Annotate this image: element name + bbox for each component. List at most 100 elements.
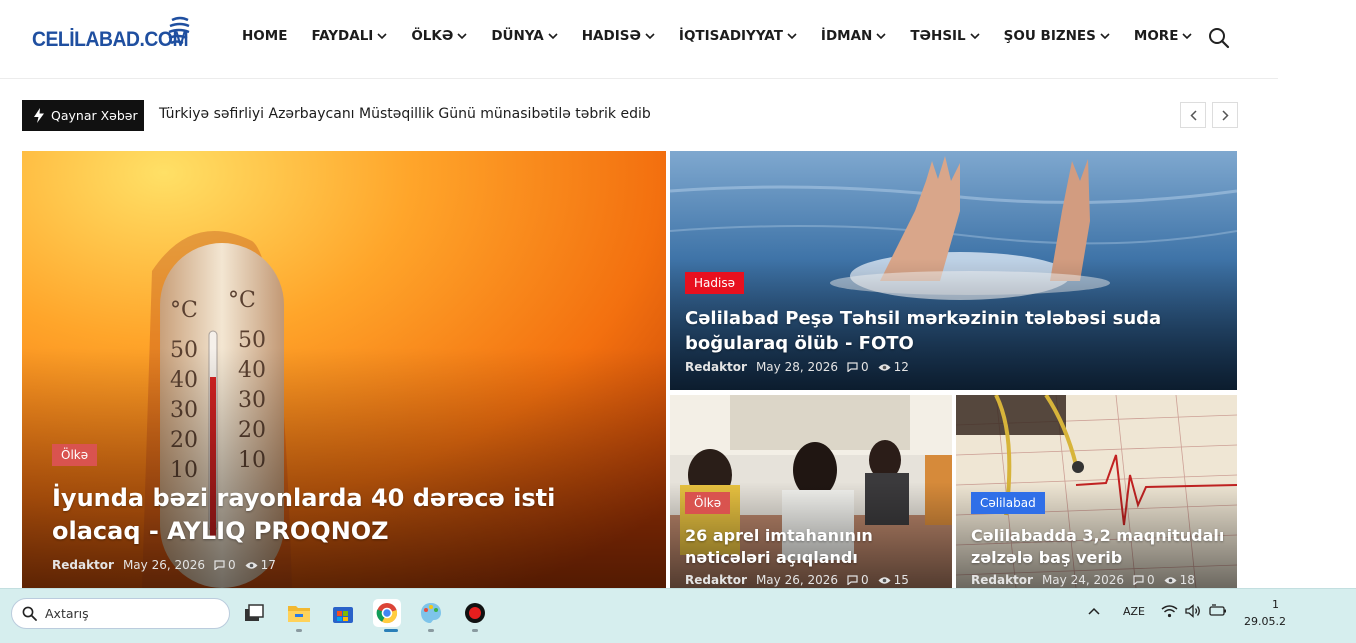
nav-label: ŞOU BIZNES (1003, 28, 1096, 44)
chevron-down-icon (457, 32, 467, 39)
article-meta: Redaktor May 28, 2026 0 12 (685, 360, 918, 374)
featured-article-card[interactable]: °C°C 5050 4040 3030 2020 1010 Ölkə İyund… (22, 151, 666, 588)
view-count: 15 (893, 573, 909, 587)
comment-count: 0 (861, 360, 869, 374)
category-badge[interactable]: Ölkə (685, 492, 731, 514)
microsoft-store-icon[interactable] (329, 599, 357, 627)
chevron-down-icon (377, 32, 387, 39)
clock-date[interactable]: 29.05.2 (1244, 615, 1286, 628)
running-indicator (428, 629, 434, 632)
article-card[interactable]: Cəlilabad Cəlilabadda 3,2 maqnitudalı zə… (956, 395, 1237, 588)
nav-label: ÖLKƏ (411, 28, 454, 44)
article-title[interactable]: 26 aprel imtahanının nəticələri açıqland… (685, 525, 940, 569)
site-header: CELİLABAD.COM HOME FAYDALI ÖLKƏ DÜNYA HA… (0, 0, 1278, 79)
chevron-down-icon (970, 32, 980, 39)
nav-hadise[interactable]: HADISƏ (582, 28, 655, 44)
article-author[interactable]: Redaktor (685, 573, 747, 587)
chevron-right-icon (1221, 109, 1229, 121)
comment-count: 0 (861, 573, 869, 587)
eye-icon (245, 561, 258, 570)
clock-time[interactable]: 1 (1272, 598, 1279, 611)
chevron-up-icon[interactable] (1088, 607, 1100, 615)
category-label: Ölkə (61, 448, 89, 462)
lightning-icon (34, 108, 44, 123)
article-author[interactable]: Redaktor (971, 573, 1033, 587)
eye-icon (878, 363, 891, 372)
nav-idman[interactable]: İDMAN (821, 28, 886, 44)
article-date: May 24, 2026 (1041, 573, 1125, 587)
chevron-down-icon (1182, 32, 1192, 39)
breaking-news-bar: Qaynar Xəbər Türkiyə səfirliyi Azərbayca… (22, 100, 1240, 131)
nav-label: DÜNYA (491, 28, 544, 44)
nav-iqtisadiyyat[interactable]: İQTISADIYYAT (679, 28, 797, 44)
nav-olke[interactable]: ÖLKƏ (411, 28, 467, 44)
article-card[interactable]: Hadisə Cəlilabad Peşə Təhsil mərkəzinin … (670, 151, 1237, 390)
nav-tehsil[interactable]: TƏHSIL (910, 28, 980, 44)
article-title[interactable]: Cəlilabad Peşə Təhsil mərkəzinin tələbəs… (685, 306, 1205, 356)
site-logo[interactable]: CELİLABAD.COM (32, 16, 202, 58)
article-card[interactable]: Ölkə 26 aprel imtahanının nəticələri açı… (670, 395, 952, 588)
category-label: Ölkə (694, 496, 722, 510)
article-date: May 26, 2026 (755, 573, 839, 587)
category-label: Cəlilabad (980, 496, 1036, 510)
chevron-down-icon (1100, 32, 1110, 39)
running-indicator (296, 629, 302, 632)
chevron-down-icon (787, 32, 797, 39)
nav-more[interactable]: MORE (1134, 28, 1193, 44)
battery-icon[interactable] (1209, 604, 1227, 617)
view-count: 12 (893, 360, 909, 374)
taskbar-search-box[interactable]: Axtarış (11, 598, 230, 629)
breaking-news-label: Qaynar Xəbər (22, 100, 144, 131)
running-indicator (472, 629, 478, 632)
nav-label: MORE (1133, 28, 1179, 44)
prev-headline-button[interactable] (1180, 102, 1206, 128)
taskbar-search-placeholder: Axtarış (45, 606, 89, 621)
nav-sou-biznes[interactable]: ŞOU BIZNES (1004, 28, 1110, 44)
record-icon[interactable] (461, 599, 489, 627)
view-count: 17 (260, 558, 276, 572)
chevron-down-icon (645, 32, 655, 39)
category-badge[interactable]: Cəlilabad (971, 492, 1045, 514)
nav-label: İDMAN (820, 28, 873, 44)
article-author[interactable]: Redaktor (685, 360, 747, 374)
chevron-down-icon (548, 32, 558, 39)
paint-icon[interactable] (417, 599, 445, 627)
active-indicator (384, 629, 398, 632)
nav-faydali[interactable]: FAYDALI (311, 28, 387, 44)
comment-icon (847, 362, 858, 372)
article-title[interactable]: İyunda bəzi rayonlarda 40 dərəcə isti ol… (52, 482, 632, 548)
task-view-icon[interactable] (240, 599, 268, 627)
logo-globe-icon (168, 16, 190, 45)
volume-icon[interactable] (1185, 604, 1201, 618)
nav-home[interactable]: HOME (242, 28, 287, 44)
chevron-left-icon (1189, 109, 1197, 121)
language-indicator[interactable]: AZE (1123, 605, 1145, 618)
nav-label: FAYDALI (311, 28, 374, 44)
comment-count: 0 (1147, 573, 1155, 587)
comment-icon (847, 575, 858, 585)
article-title[interactable]: Cəlilabadda 3,2 maqnitudalı zəlzələ baş … (971, 525, 1226, 569)
nav-dunya[interactable]: DÜNYA (491, 28, 558, 44)
article-author[interactable]: Redaktor (52, 558, 114, 572)
nav-label: İQTISADIYYAT (678, 28, 783, 44)
category-label: Hadisə (694, 276, 735, 290)
file-explorer-icon[interactable] (285, 599, 313, 627)
next-headline-button[interactable] (1212, 102, 1238, 128)
comment-icon (1133, 575, 1144, 585)
nav-label: TƏHSIL (910, 28, 966, 44)
right-margin (1278, 0, 1356, 588)
category-badge[interactable]: Hadisə (685, 272, 744, 294)
breaking-label-text: Qaynar Xəbər (51, 108, 138, 123)
nav-label: HOME (242, 28, 288, 44)
nav-label: HADISƏ (581, 28, 641, 44)
article-date: May 26, 2026 (122, 558, 206, 572)
logo-text: CELİLABAD.COM (32, 28, 189, 51)
category-badge[interactable]: Ölkə (52, 444, 98, 466)
chevron-down-icon (876, 32, 886, 39)
wifi-icon[interactable] (1161, 604, 1178, 618)
search-icon[interactable] (1208, 27, 1230, 49)
article-meta: Redaktor May 26, 2026 0 15 (685, 573, 918, 587)
search-icon (22, 606, 37, 621)
breaking-headline-link[interactable]: Türkiyə səfirliyi Azərbaycanı Müstəqilli… (159, 106, 651, 122)
chrome-icon[interactable] (373, 599, 401, 627)
